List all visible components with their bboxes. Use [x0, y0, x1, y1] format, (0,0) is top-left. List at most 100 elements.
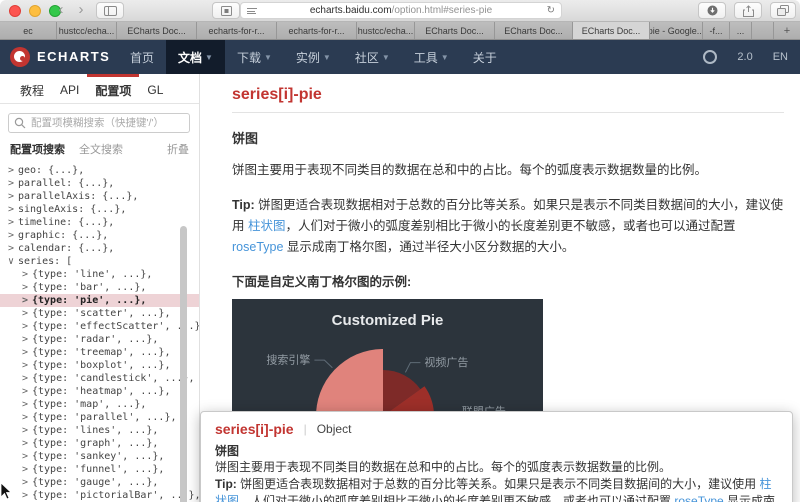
tree-item[interactable]: > {type: 'candlestick', ...},: [0, 372, 199, 385]
tree-item[interactable]: > {type: 'graph', ...},: [0, 437, 199, 450]
language-switch[interactable]: EN: [773, 51, 788, 63]
tree-toggle-icon[interactable]: >: [22, 437, 32, 450]
tree-item[interactable]: > {type: 'funnel', ...},: [0, 463, 199, 476]
browser-tab[interactable]: ...: [730, 22, 752, 39]
tree-toggle-icon[interactable]: >: [8, 177, 18, 190]
sidebar-tab-教程[interactable]: 教程: [12, 74, 52, 103]
tree-item[interactable]: > {type: 'radar', ...},: [0, 333, 199, 346]
close-window-button[interactable]: [9, 5, 21, 17]
tree-item[interactable]: > {type: 'pictorialBar', ...},: [0, 489, 199, 502]
nav-item-社区[interactable]: 社区 ▼: [343, 40, 402, 74]
tree-toggle-icon[interactable]: >: [22, 476, 32, 489]
version-switch[interactable]: 2.0: [737, 51, 752, 63]
tree-toggle-icon[interactable]: >: [22, 268, 32, 281]
tree-toggle-icon[interactable]: >: [22, 333, 32, 346]
forward-button[interactable]: ›: [74, 1, 88, 18]
tree-item[interactable]: > {type: 'bar', ...},: [0, 281, 199, 294]
browser-tab[interactable]: echarts-for-r...: [277, 22, 357, 39]
brand-name[interactable]: ECHARTS: [37, 49, 110, 64]
tree-item[interactable]: > timeline: {...},: [0, 216, 199, 229]
nav-item-实例[interactable]: 实例 ▼: [284, 40, 343, 74]
tree-toggle-icon[interactable]: >: [22, 450, 32, 463]
nav-item-首页[interactable]: 首页: [118, 40, 166, 74]
tree-toggle-icon[interactable]: >: [8, 216, 18, 229]
browser-tab[interactable]: ECharts Doc...: [573, 22, 650, 39]
tree-item[interactable]: > calendar: {...},: [0, 242, 199, 255]
browser-tab[interactable]: ECharts Doc...: [495, 22, 573, 39]
browser-tab[interactable]: ec: [0, 22, 57, 39]
rosetype-link[interactable]: roseType: [232, 240, 283, 254]
tree-item[interactable]: ∨ series: [: [0, 255, 199, 268]
browser-tab[interactable]: -f...: [703, 22, 730, 39]
collapse-button[interactable]: 折叠: [167, 141, 189, 157]
browser-tab[interactable]: echarts-for-r...: [197, 22, 277, 39]
mode-fulltext-search[interactable]: 全文搜索: [79, 141, 123, 157]
nav-item-下载[interactable]: 下载 ▼: [225, 40, 284, 74]
tree-toggle-icon[interactable]: >: [22, 281, 32, 294]
tree-item[interactable]: > geo: {...},: [0, 164, 199, 177]
tree-toggle-icon[interactable]: >: [8, 203, 18, 216]
browser-tab[interactable]: hustcc/echa...: [357, 22, 415, 39]
tree-toggle-icon[interactable]: >: [22, 398, 32, 411]
popup-rosetype-link[interactable]: roseType: [674, 494, 723, 502]
sidebar-toggle-button[interactable]: [96, 2, 124, 19]
minimize-window-button[interactable]: [29, 5, 41, 17]
option-search-input[interactable]: [8, 113, 190, 133]
tree-item[interactable]: > {type: 'pie', ...},: [0, 294, 199, 307]
sidebar-scrollbar[interactable]: [180, 226, 187, 502]
browser-tab[interactable]: [752, 22, 774, 39]
tree-item[interactable]: > {type: 'scatter', ...},: [0, 307, 199, 320]
sidebar-tab-配置项[interactable]: 配置项: [87, 74, 140, 103]
address-bar[interactable]: echarts.baidu.com/option.html#series-pie…: [240, 2, 562, 19]
back-button[interactable]: ‹: [54, 1, 68, 18]
tree-toggle-icon[interactable]: >: [22, 385, 32, 398]
tree-item[interactable]: > parallel: {...},: [0, 177, 199, 190]
pie-slice-5[interactable]: [316, 349, 383, 420]
tree-toggle-icon[interactable]: >: [8, 164, 18, 177]
tree-item[interactable]: > {type: 'line', ...},: [0, 268, 199, 281]
tree-item[interactable]: > {type: 'sankey', ...},: [0, 450, 199, 463]
tree-item[interactable]: > {type: 'effectScatter', ...},: [0, 320, 199, 333]
frame-page-button[interactable]: [212, 2, 240, 19]
nav-item-文档[interactable]: 文档 ▼: [166, 40, 225, 74]
tree-toggle-icon[interactable]: >: [22, 320, 32, 333]
tree-item[interactable]: > {type: 'gauge', ...},: [0, 476, 199, 489]
refresh-icon[interactable]: ↻: [547, 5, 555, 16]
mode-option-search[interactable]: 配置项搜索: [10, 141, 65, 157]
browser-tab[interactable]: ECharts Doc...: [415, 22, 495, 39]
bar-chart-link[interactable]: 柱状图: [248, 219, 286, 233]
tree-item[interactable]: > singleAxis: {...},: [0, 203, 199, 216]
share-button[interactable]: [734, 2, 762, 19]
github-icon[interactable]: [703, 50, 718, 64]
tree-item[interactable]: > graphic: {...},: [0, 229, 199, 242]
tree-item[interactable]: > {type: 'lines', ...},: [0, 424, 199, 437]
tree-toggle-icon[interactable]: >: [22, 463, 32, 476]
tree-item[interactable]: > {type: 'heatmap', ...},: [0, 385, 199, 398]
browser-tab[interactable]: ECharts Doc...: [117, 22, 197, 39]
new-tab-button[interactable]: +: [774, 22, 800, 39]
tree-toggle-icon[interactable]: >: [8, 229, 18, 242]
tree-item[interactable]: > parallelAxis: {...},: [0, 190, 199, 203]
tree-toggle-icon[interactable]: ∨: [8, 255, 18, 268]
tree-item[interactable]: > {type: 'treemap', ...},: [0, 346, 199, 359]
tree-toggle-icon[interactable]: >: [22, 346, 32, 359]
downloads-button[interactable]: [698, 2, 726, 19]
tree-toggle-icon[interactable]: >: [22, 424, 32, 437]
tree-item[interactable]: > {type: 'boxplot', ...},: [0, 359, 199, 372]
tree-toggle-icon[interactable]: >: [8, 190, 18, 203]
tree-toggle-icon[interactable]: >: [22, 359, 32, 372]
tree-toggle-icon[interactable]: >: [8, 242, 18, 255]
nav-item-工具[interactable]: 工具 ▼: [402, 40, 461, 74]
browser-tab[interactable]: pie - Google...: [650, 22, 703, 39]
tree-toggle-icon[interactable]: >: [22, 307, 32, 320]
tree-toggle-icon[interactable]: >: [22, 372, 32, 385]
tree-item[interactable]: > {type: 'map', ...},: [0, 398, 199, 411]
sidebar-tab-GL[interactable]: GL: [139, 74, 171, 103]
tree-toggle-icon[interactable]: >: [22, 489, 32, 502]
tree-toggle-icon[interactable]: >: [22, 294, 32, 307]
nav-item-关于[interactable]: 关于: [461, 40, 509, 74]
tab-overview-button[interactable]: [770, 2, 796, 19]
tree-toggle-icon[interactable]: >: [22, 411, 32, 424]
sidebar-tab-API[interactable]: API: [52, 74, 87, 103]
tree-item[interactable]: > {type: 'parallel', ...},: [0, 411, 199, 424]
